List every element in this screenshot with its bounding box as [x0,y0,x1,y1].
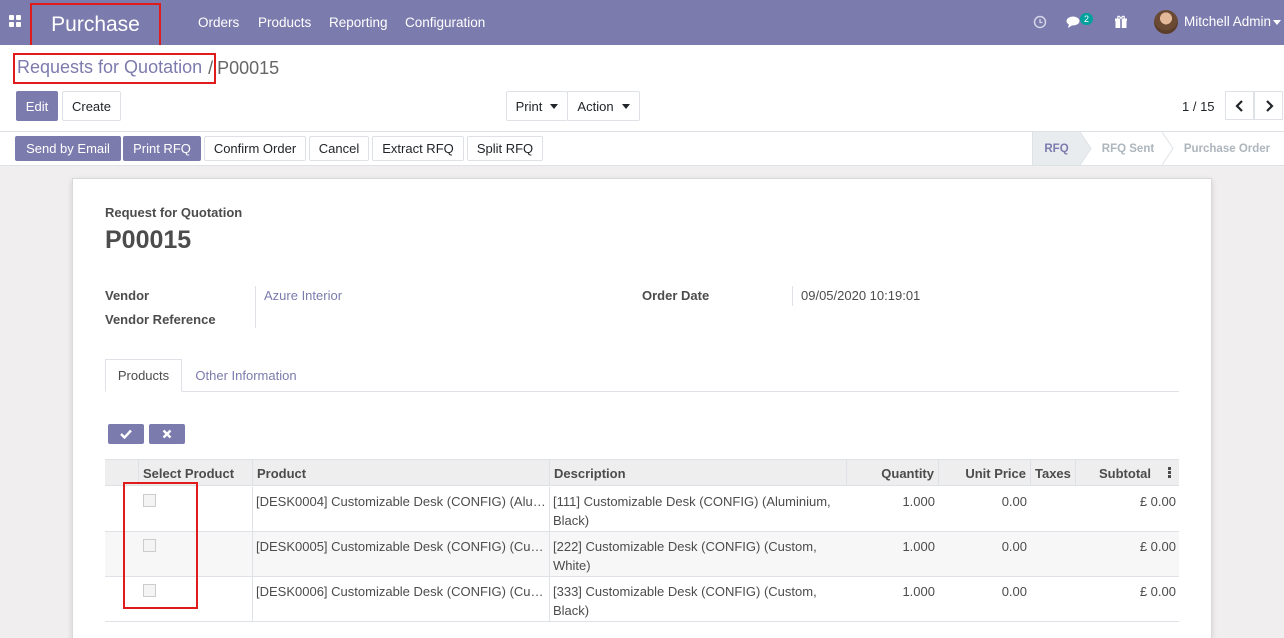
subtotal-cell: £ 0.00 [1139,539,1176,554]
close-icon [162,429,172,439]
stage-rfq-sent[interactable]: RFQ Sent [1092,132,1164,165]
pager-value[interactable]: 1 / 15 [1182,99,1215,114]
create-button[interactable]: Create [62,91,121,121]
column-options-icon[interactable] [1168,467,1171,479]
breadcrumb-parent[interactable]: Requests for Quotation [13,52,217,84]
vendor-label: Vendor [105,288,150,303]
edit-button[interactable]: Edit [16,91,58,121]
menu-reporting[interactable]: Reporting [329,0,388,45]
statusbar: Send by Email Print RFQ Confirm Order Ca… [0,132,1284,166]
column-description[interactable]: Description [549,460,847,486]
description-cell[interactable]: [333] Customizable Desk (CONFIG) (Custom… [553,582,843,620]
print-dropdown[interactable]: Print [506,91,568,121]
description-cell[interactable]: [111] Customizable Desk (CONFIG) (Alumin… [553,492,843,530]
document-name: P00015 [105,226,192,254]
column-quantity[interactable]: Quantity [846,460,938,486]
column-divider [252,487,253,622]
description-cell[interactable]: [222] Customizable Desk (CONFIG) (Custom… [553,537,843,575]
table-row[interactable]: [DESK0004] Customizable Desk (CONFIG) (A… [105,487,1179,532]
stage-purchase-order[interactable]: Purchase Order [1176,132,1278,165]
send-by-email-button[interactable]: Send by Email [15,136,121,161]
app-name[interactable]: Purchase [30,3,161,47]
chevron-down-icon[interactable] [1273,20,1281,25]
menu-products[interactable]: Products [258,0,311,45]
top-navbar: Purchase Orders Products Reporting Confi… [0,0,1284,47]
action-dropdown[interactable]: Action [567,91,640,121]
quantity-cell[interactable]: 1.000 [850,492,935,511]
column-divider [549,487,550,622]
apps-icon[interactable] [9,15,23,29]
cancel-button[interactable]: Cancel [309,136,369,161]
product-cell[interactable]: [DESK0006] Customizable Desk (CONFIG) (C… [256,582,546,601]
unit-price-cell[interactable]: 0.00 [942,582,1027,601]
product-cell[interactable]: [DESK0004] Customizable Desk (CONFIG) (A… [256,492,546,511]
order-date-label: Order Date [642,288,710,303]
pager-next-button[interactable] [1254,91,1283,120]
control-panel: Requests for Quotation / P00015 Edit Cre… [0,45,1284,132]
extract-rfq-button[interactable]: Extract RFQ [372,136,464,161]
select-product-highlight [123,482,198,609]
product-cell[interactable]: [DESK0005] Customizable Desk (CONFIG) (C… [256,537,546,556]
tab-products[interactable]: Products [105,359,182,392]
quantity-cell[interactable]: 1.000 [850,537,935,556]
field-divider [792,286,793,306]
pager-previous-button[interactable] [1225,91,1254,120]
chevron-down-icon [621,103,630,109]
apply-selection-button[interactable] [108,424,144,444]
clear-selection-button[interactable] [149,424,185,444]
stage-rfq[interactable]: RFQ [1033,132,1080,165]
stage-arrow [1162,132,1174,165]
vendor-reference-field[interactable] [264,312,564,328]
order-date-field[interactable]: 09/05/2020 10:19:01 [801,288,920,303]
menu-configuration[interactable]: Configuration [405,0,485,45]
chevron-down-icon [550,103,559,109]
avatar[interactable] [1154,10,1178,34]
breadcrumb-current: P00015 [217,57,280,78]
subtotal-cell: £ 0.00 [1139,494,1176,509]
stage-divider [1032,132,1033,165]
action-label: Action [577,98,614,114]
chevron-left-icon [1234,99,1243,112]
table-row[interactable]: [DESK0006] Customizable Desk (CONFIG) (C… [105,577,1179,622]
split-rfq-button[interactable]: Split RFQ [467,136,543,161]
breadcrumb: Requests for Quotation / P00015 [13,52,279,84]
table-row[interactable]: [DESK0005] Customizable Desk (CONFIG) (C… [105,532,1179,577]
breadcrumb-separator: / [208,57,214,78]
vendor-field[interactable]: Azure Interior [264,288,342,303]
table-header: Select Product Product Description Quant… [105,459,1179,486]
print-rfq-button[interactable]: Print RFQ [123,136,201,161]
check-icon [120,429,132,439]
column-subtotal[interactable]: Subtotal [1075,460,1155,486]
chevron-right-icon [1265,99,1274,112]
unit-price-cell[interactable]: 0.00 [942,537,1027,556]
print-label: Print [515,98,543,114]
column-product[interactable]: Product [252,460,550,486]
menu-orders[interactable]: Orders [198,0,239,45]
user-name[interactable]: Mitchell Admin [1184,14,1271,29]
column-taxes[interactable]: Taxes [1030,460,1076,486]
gift-icon[interactable] [1113,12,1129,32]
quantity-cell[interactable]: 1.000 [850,582,935,601]
stage-arrow [1080,132,1092,165]
unit-price-cell[interactable]: 0.00 [942,492,1027,511]
chat-icon[interactable] [1066,12,1082,32]
subtotal-cell: £ 0.00 [1139,584,1176,599]
column-unit-price[interactable]: Unit Price [938,460,1030,486]
field-divider [255,286,256,328]
confirm-order-button[interactable]: Confirm Order [204,136,306,161]
messages-badge: 2 [1080,13,1094,25]
tab-other-information[interactable]: Other Information [183,359,309,392]
vendor-reference-label: Vendor Reference [105,312,216,327]
document-type-label: Request for Quotation [105,205,243,220]
clock-icon[interactable] [1032,12,1048,32]
